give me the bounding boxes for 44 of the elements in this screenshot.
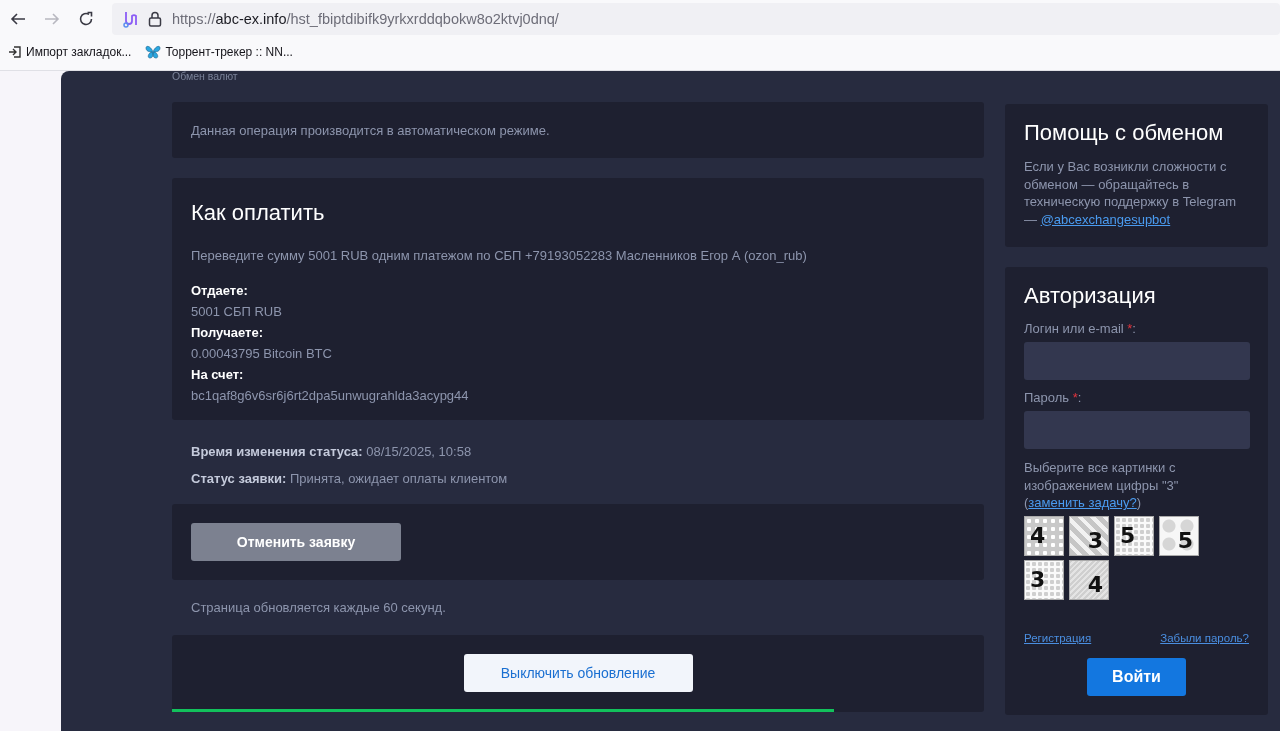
detail-label: На счет:	[191, 366, 245, 384]
refresh-note: Страница обновляется каждые 60 секунд.	[191, 600, 446, 615]
captcha-tile[interactable]: 4	[1024, 515, 1064, 556]
help-text: Если у Вас возникли сложности с обменом — обращайтесь в техническую поддержку в Telegram — @abcexchangesupbot	[1024, 158, 1238, 228]
address-bar[interactable]: https://abc-ex.info/hst_fbiptdibifk9yrkxrddqbokw8o2ktvj0dnq/	[112, 3, 1280, 35]
detail-value: 5001 СБП RUB	[191, 303, 283, 321]
import-icon	[8, 45, 22, 59]
captcha-tile[interactable]: 5	[1159, 515, 1199, 556]
payment-title: Как оплатить	[191, 200, 326, 226]
detail-label: Отдаете:	[191, 282, 249, 300]
notice-text: Данная операция производится в автоматическом режиме.	[191, 122, 550, 138]
status-line: Время изменения статуса: 08/15/2025, 10:58	[191, 443, 473, 461]
captcha-tile[interactable]: 5	[1114, 515, 1154, 556]
reload-icon[interactable]	[78, 11, 94, 27]
breadcrumb[interactable]: Обмен валют	[172, 71, 984, 102]
help-title: Помощь с обменом	[1024, 120, 1225, 146]
replace-task-link[interactable]: заменить задачу?	[1028, 495, 1137, 510]
back-arrow-icon[interactable]	[10, 11, 26, 27]
field-label: Пароль *:	[1024, 390, 1083, 405]
route-icon	[122, 10, 138, 28]
bookmark-item[interactable]: Торрент-трекер :: NN...	[145, 44, 293, 60]
forgot-password-link[interactable]: Забыли пароль?	[1160, 631, 1249, 644]
cancel-button[interactable]: Отменить заявку	[191, 523, 401, 561]
captcha-tile[interactable]: 3	[1024, 559, 1064, 600]
status-line: Статус заявки: Принята, ожидает оплаты клиентом	[191, 470, 509, 488]
field-label: Логин или e-mail *:	[1024, 321, 1137, 336]
login-button[interactable]: Войти	[1087, 657, 1186, 696]
detail-label: Получаете:	[191, 324, 265, 342]
captcha-instruction: Выберите все картинки с изображением цифры "3" (заменить задачу?)	[1024, 459, 1180, 512]
telegram-link[interactable]: @abcexchangesupbot	[1040, 211, 1171, 227]
input-field[interactable]	[1024, 342, 1250, 380]
register-link[interactable]: Регистрация	[1024, 631, 1092, 644]
payment-instruction: Переведите сумму 5001 RUB одним платежом по СБП +79193052283 Масленников Егор А (ozon_rub)	[191, 248, 808, 263]
auth-title: Авторизация	[1024, 283, 1157, 309]
captcha-tile[interactable]: 4	[1069, 559, 1109, 600]
url-text: https://abc-ex.info/hst_fbiptdibifk9yrkxrddqbokw8o2ktvj0dnq/	[172, 11, 559, 27]
detail-value: bc1qaf8g6v6sr6j6rt2dpa5unwugrahlda3acypg44	[191, 387, 470, 405]
captcha-tile[interactable]: 3	[1069, 515, 1109, 556]
bookmark-item[interactable]: Импорт закладок...	[8, 45, 132, 59]
input-field[interactable]	[1024, 411, 1250, 449]
lock-icon	[148, 11, 162, 27]
disable-refresh-button[interactable]: Выключить обновление	[463, 653, 693, 692]
butterfly-icon	[145, 44, 162, 60]
detail-value: 0.00043795 Bitcoin BTC	[191, 345, 333, 363]
